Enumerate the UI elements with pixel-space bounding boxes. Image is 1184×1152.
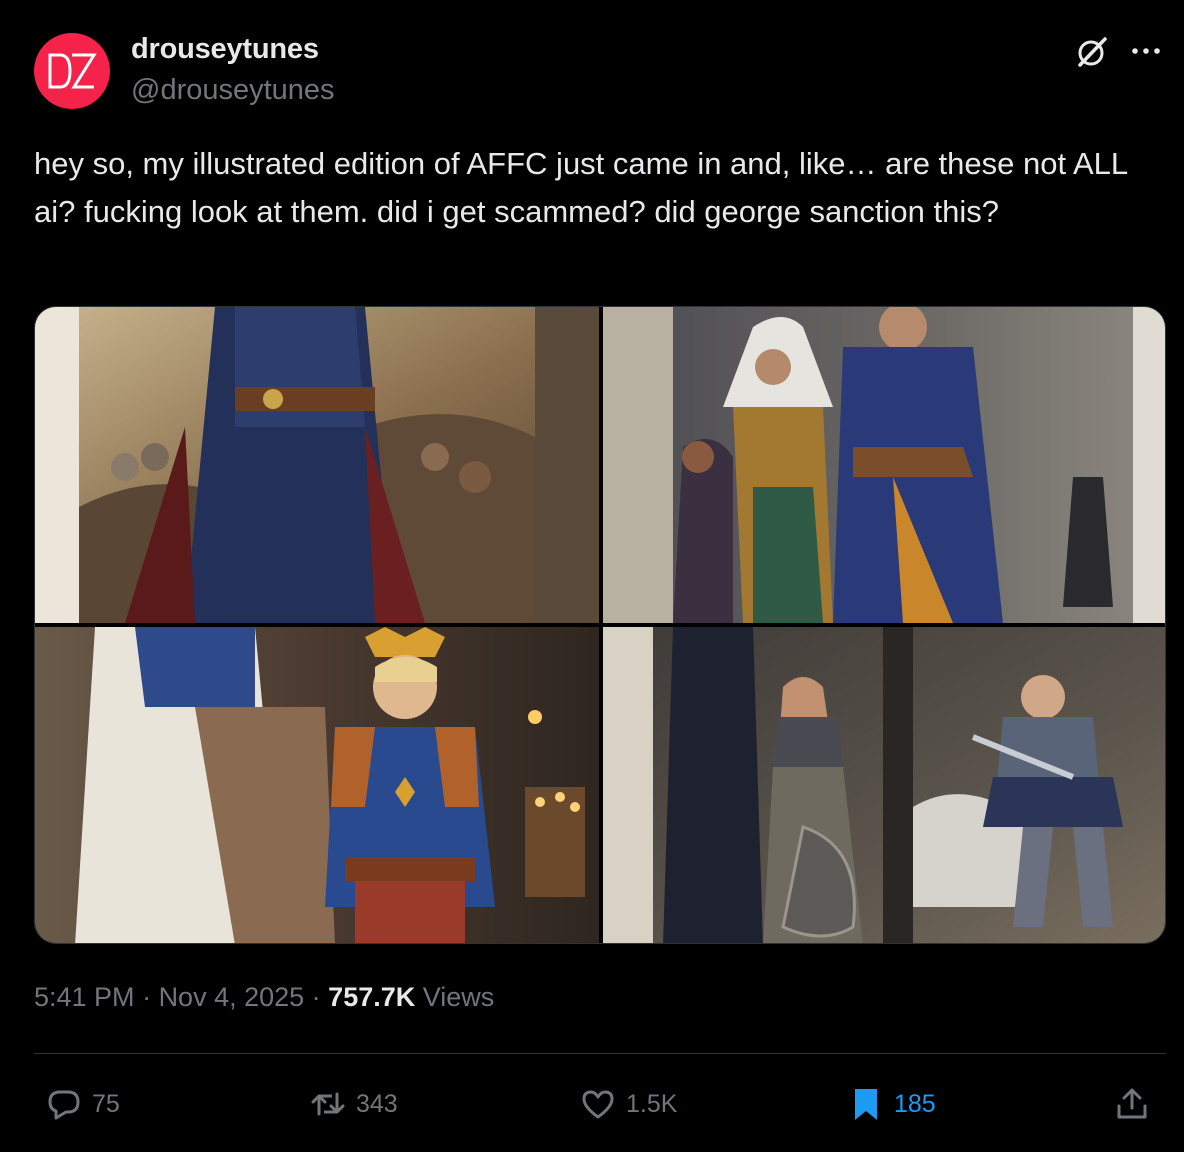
- repost-icon: [311, 1092, 345, 1116]
- meta-separator: ·: [134, 982, 159, 1012]
- reply-icon: [48, 1090, 80, 1120]
- divider: [34, 1053, 1166, 1054]
- tweet-text: hey so, my illustrated edition of AFFC j…: [34, 146, 1128, 229]
- tweet-time[interactable]: 5:41 PM: [34, 982, 135, 1012]
- more-options-icon[interactable]: [1128, 36, 1164, 66]
- avatar[interactable]: [34, 33, 110, 109]
- views-count[interactable]: 757.7K: [328, 982, 415, 1012]
- repost-count: 343: [356, 1089, 398, 1118]
- tweet: drouseytunes @drouseytunes hey so, my il…: [0, 0, 1184, 1152]
- tweet-date[interactable]: Nov 4, 2025: [159, 982, 305, 1012]
- grok-icon[interactable]: [1074, 34, 1110, 70]
- book-illustration-knight-crowd-icon: [35, 307, 599, 623]
- share-button[interactable]: [1114, 1080, 1150, 1128]
- repost-button[interactable]: 343: [310, 1080, 398, 1128]
- media-image-1[interactable]: [35, 307, 599, 623]
- media-image-2[interactable]: [603, 307, 1165, 623]
- views-label: Views: [422, 982, 495, 1012]
- book-illustration-boy-king-icon: [35, 627, 599, 943]
- like-button[interactable]: 1.5K: [580, 1080, 677, 1128]
- handle[interactable]: @drouseytunes: [131, 74, 335, 107]
- bookmark-button[interactable]: 185: [848, 1080, 936, 1128]
- heart-icon: [582, 1090, 614, 1119]
- like-count: 1.5K: [626, 1089, 678, 1118]
- tweet-meta: 5:41 PM · Nov 4, 2025 · 757.7K Views: [34, 982, 494, 1013]
- dz-logo-icon: [48, 53, 97, 89]
- action-bar: 75 343 1.5K 185: [0, 1080, 1184, 1130]
- reply-button[interactable]: 75: [46, 1080, 120, 1128]
- media-image-3[interactable]: [35, 627, 599, 943]
- media-image-4[interactable]: [603, 627, 1165, 943]
- share-icon: [1117, 1088, 1147, 1119]
- bookmark-icon: [855, 1089, 877, 1120]
- book-illustration-armored-knight-icon: [603, 627, 1165, 943]
- book-illustration-hooded-figures-icon: [603, 307, 1165, 623]
- media-grid: [34, 306, 1166, 944]
- meta-separator: ·: [304, 982, 329, 1012]
- bookmark-count: 185: [894, 1089, 936, 1118]
- reply-count: 75: [92, 1089, 120, 1118]
- display-name[interactable]: drouseytunes: [131, 33, 319, 66]
